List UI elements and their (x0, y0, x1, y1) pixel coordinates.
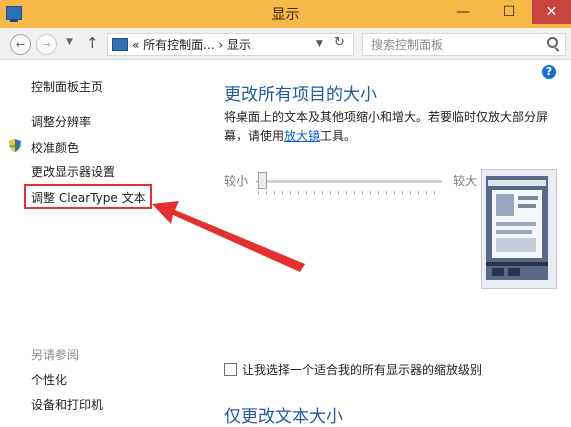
see-also-heading: 另请参阅 (31, 348, 80, 362)
slider-min-label: 较小 (224, 174, 249, 188)
sidebar-item-change-display-settings[interactable]: 更改显示器设置 (31, 163, 115, 180)
close-button[interactable]: ✕ (532, 0, 571, 24)
see-also-devices-printers[interactable]: 设备和打印机 (31, 396, 103, 413)
page-title: 更改所有项目的大小 (224, 85, 377, 105)
sidebar-item-calibrate-color[interactable]: 校准颜色 (31, 139, 79, 156)
scaling-checkbox-label[interactable]: 让我选择一个适合我的所有显示器的缩放级别 (242, 363, 482, 377)
scaling-checkbox[interactable] (224, 363, 237, 376)
navigation-bar: ← → ▼ ↑ « 所有控制面... › 显示 ▼ ↻ (0, 28, 571, 60)
back-button[interactable]: ← (10, 34, 31, 55)
up-button[interactable]: ↑ (86, 34, 99, 52)
description-text-after: 工具。 (320, 129, 357, 143)
see-also-personalization[interactable]: 个性化 (31, 371, 67, 388)
search-icon[interactable] (547, 37, 558, 48)
breadcrumb[interactable]: « 所有控制面... › 显示 (132, 36, 251, 53)
forward-button[interactable]: → (36, 34, 57, 55)
maximize-button[interactable]: ☐ (486, 0, 532, 24)
magnifier-link[interactable]: 放大镜 (284, 129, 320, 143)
highlight-box (24, 184, 152, 209)
size-slider-thumb[interactable] (258, 172, 267, 189)
size-slider-track[interactable] (256, 180, 442, 183)
address-history-chevron-icon[interactable]: ▼ (316, 39, 323, 49)
shield-icon (9, 139, 21, 152)
control-panel-icon (112, 38, 128, 51)
search-box[interactable] (362, 33, 566, 56)
minimize-button[interactable]: — (440, 0, 486, 24)
description-text-before: 将桌面上的文本及其他项缩小和增大。若要临时仅放大部分屏幕，请使用 (224, 110, 549, 143)
scaling-checkbox-row[interactable]: 让我选择一个适合我的所有显示器的缩放级别 (224, 361, 482, 378)
sidebar-item-adjust-resolution[interactable]: 调整分辨率 (31, 113, 91, 130)
text-size-heading: 仅更改文本大小 (224, 407, 343, 427)
description-text: 将桌面上的文本及其他项缩小和增大。若要临时仅放大部分屏幕，请使用放大镜工具。 (224, 108, 554, 146)
address-bar[interactable]: « 所有控制面... › 显示 ▼ ↻ (107, 33, 354, 56)
slider-max-label: 较大 (453, 174, 478, 188)
slider-ticks (258, 191, 442, 195)
size-preview-image (481, 169, 557, 289)
title-bar: 显示 — ☐ ✕ (0, 0, 571, 28)
recent-locations-chevron-icon[interactable]: ▼ (66, 37, 73, 47)
help-icon[interactable]: ? (542, 65, 556, 79)
search-input[interactable] (369, 35, 543, 54)
refresh-button[interactable]: ↻ (334, 35, 345, 50)
sidebar-item-home[interactable]: 控制面板主页 (31, 78, 103, 95)
